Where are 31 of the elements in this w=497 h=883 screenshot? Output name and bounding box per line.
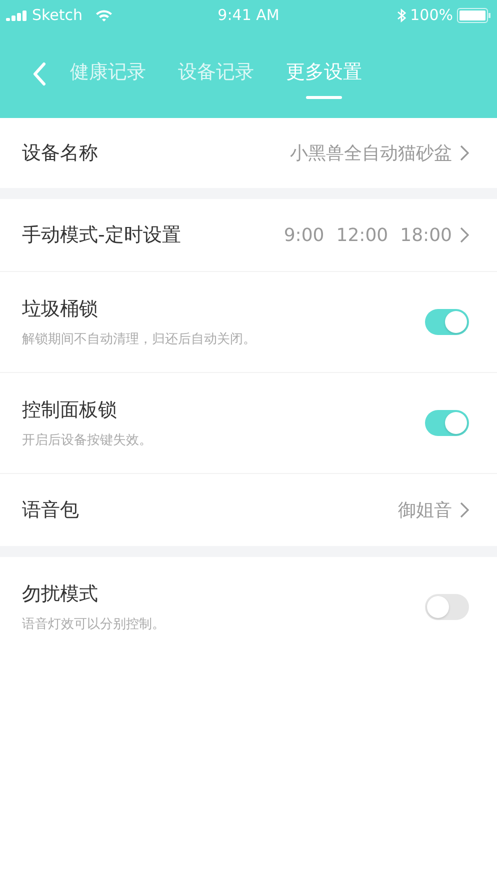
chevron-right-icon[interactable] <box>460 227 469 243</box>
setting-title: 手动模式-定时设置 <box>22 223 182 248</box>
back-button[interactable] <box>32 62 46 86</box>
chevron-right-icon[interactable] <box>460 145 469 161</box>
toggle-switch[interactable] <box>425 410 469 436</box>
nav-tab[interactable]: 更多设置 <box>286 49 362 99</box>
setting-value: 18:00 <box>400 224 452 246</box>
battery-icon <box>457 8 491 22</box>
toggle-switch[interactable] <box>425 594 469 620</box>
signal-icon <box>6 10 28 20</box>
nav-tab[interactable]: 健康记录 <box>70 49 146 99</box>
setting-description: 开启后设备按键失效。 <box>22 432 153 449</box>
setting-value: 小黑兽全自动猫砂盆 <box>290 142 452 165</box>
setting-title: 勿扰模式 <box>22 582 99 607</box>
setting-value: 12:00 <box>336 224 388 246</box>
bluetooth-icon <box>397 8 406 22</box>
status-time: 9:41 AM <box>218 6 280 24</box>
setting-value: 御姐音 <box>398 499 452 522</box>
carrier-name: Sketch <box>32 6 83 24</box>
setting-description: 语音灯效可以分别控制。 <box>22 616 166 633</box>
battery-percent: 100% <box>410 6 453 24</box>
nav-tab[interactable]: 设备记录 <box>178 49 254 99</box>
setting-title: 控制面板锁 <box>22 398 118 423</box>
toggle-switch[interactable] <box>425 309 469 335</box>
wifi-icon <box>94 8 113 22</box>
chevron-right-icon[interactable] <box>460 502 469 518</box>
setting-title: 语音包 <box>22 498 80 523</box>
setting-title: 垃圾桶锁 <box>22 297 99 322</box>
setting-value: 9:00 <box>284 224 324 246</box>
setting-title: 设备名称 <box>22 141 99 166</box>
setting-description: 解锁期间不自动清理，归还后自动关闭。 <box>22 331 257 348</box>
